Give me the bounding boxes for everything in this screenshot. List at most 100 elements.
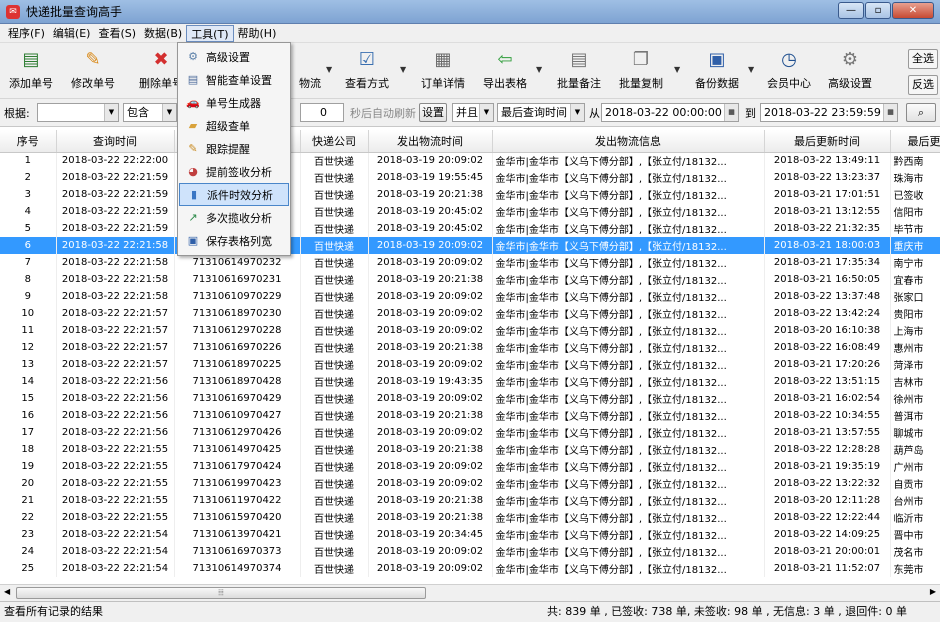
cell-tracking-number: 71310616970373 xyxy=(174,543,301,560)
advanced-settings-button[interactable]: ⚙ 高级设置 xyxy=(822,45,878,97)
table-row[interactable]: 7 2018-03-22 22:21:58 71310614970232 百世快递 20… xyxy=(0,254,940,271)
cell-courier: 百世快递 xyxy=(300,152,369,169)
batch-copy-button[interactable]: ❐ 批量复制 xyxy=(614,45,668,97)
table-row[interactable]: 9 2018-03-22 22:21:58 71310610970229 百世快递 20… xyxy=(0,288,940,305)
table-row[interactable]: 25 2018-03-22 22:21:54 71310614970374 百世快递 2… xyxy=(0,560,940,577)
cell-query-time: 2018-03-22 22:21:58 xyxy=(56,288,175,305)
menu-help[interactable]: 帮助(H) xyxy=(234,25,281,42)
cell-last-location: 茂名市 xyxy=(890,543,940,560)
column-header-query-time[interactable]: 查询时间 xyxy=(56,130,175,153)
table-row[interactable]: 14 2018-03-22 22:21:56 71310618970428 百世快递 2… xyxy=(0,373,940,390)
table-row[interactable]: 10 2018-03-22 22:21:57 71310618970230 百世快递 2… xyxy=(0,305,940,322)
batch-note-button[interactable]: ▤ 批量备注 xyxy=(552,45,606,97)
table-row[interactable]: 12 2018-03-22 22:21:57 71310616970226 百世快递 2… xyxy=(0,339,940,356)
cell-dispatch-info: 金华市|金华市【义乌下傅分部】,【张立付/18132... xyxy=(492,458,765,475)
tools-menu-item[interactable]: ▣ 保存表格列宽 xyxy=(179,229,289,252)
column-header-courier[interactable]: 快递公司 xyxy=(300,130,369,153)
copy-icon: ❐ xyxy=(632,49,650,70)
document-icon: ▦ xyxy=(434,49,452,70)
table-row[interactable]: 3 2018-03-22 22:21:59 百世快递 2018-03-19 20:21… xyxy=(0,186,940,203)
table-row[interactable]: 1 2018-03-22 22:22:00 百世快递 2018-03-19 20:09… xyxy=(0,152,940,169)
export-table-button[interactable]: ⇦ 导出表格 xyxy=(478,45,532,97)
table-row[interactable]: 8 2018-03-22 22:21:58 71310616970231 百世快递 20… xyxy=(0,271,940,288)
table-row[interactable]: 13 2018-03-22 22:21:57 71310618970225 百世快递 2… xyxy=(0,356,940,373)
menu-program[interactable]: 程序(F) xyxy=(4,25,49,42)
order-detail-button[interactable]: ▦ 订单详情 xyxy=(416,45,470,97)
column-header-last-location[interactable]: 最后更 xyxy=(890,130,940,153)
member-center-button[interactable]: ◷ 会员中心 xyxy=(762,45,816,97)
column-header-index[interactable]: 序号 xyxy=(0,130,57,153)
chevron-down-icon[interactable]: ▼ xyxy=(674,65,680,74)
table-row[interactable]: 19 2018-03-22 22:21:55 71310617970424 百世快递 2… xyxy=(0,458,940,475)
cell-dispatch-time: 2018-03-19 20:09:02 xyxy=(368,152,493,169)
cell-dispatch-time: 2018-03-19 20:21:38 xyxy=(368,492,493,509)
and-select[interactable]: 并且 ▼ xyxy=(452,103,494,122)
gear-icon: ⚙ xyxy=(188,49,198,63)
view-mode-button[interactable]: ☑ 查看方式 xyxy=(340,45,394,97)
minimize-button[interactable]: — xyxy=(838,2,864,19)
cell-last-location: 普洱市 xyxy=(890,407,940,424)
cell-courier: 百世快递 xyxy=(300,305,369,322)
tools-menu-item[interactable]: ✎ 跟踪提醒 xyxy=(179,137,289,160)
tools-menu-item[interactable]: ▤ 智能查单设置 xyxy=(179,68,289,91)
cell-tracking-number: 71310610970427 xyxy=(174,407,301,424)
table-row[interactable]: 6 2018-03-22 22:21:58 百世快递 2018-03-19 20:09… xyxy=(0,237,940,254)
toolbar: ▤ 添加单号 ✎ 修改单号 ✖ 删除单号 物流 ▼ ☑ 查看方式 ▼ ▦ 订单详情 ⇦ 导出… xyxy=(0,43,940,99)
settings-button[interactable]: 设置 xyxy=(419,103,447,122)
table-row[interactable]: 17 2018-03-22 22:21:56 71310612970426 百世快递 2… xyxy=(0,424,940,441)
table-row[interactable]: 23 2018-03-22 22:21:54 71310613970421 百世快递 2… xyxy=(0,526,940,543)
table-row[interactable]: 18 2018-03-22 22:21:55 71310614970425 百世快递 2… xyxy=(0,441,940,458)
maximize-button[interactable]: ▫ xyxy=(865,2,891,19)
table-row[interactable]: 24 2018-03-22 22:21:54 71310616970373 百世快递 2… xyxy=(0,543,940,560)
chevron-down-icon[interactable]: ▼ xyxy=(326,65,332,74)
table-row[interactable]: 20 2018-03-22 22:21:55 71310619970423 百世快递 2… xyxy=(0,475,940,492)
table-row[interactable]: 22 2018-03-22 22:21:55 71310615970420 百世快递 2… xyxy=(0,509,940,526)
menu-view[interactable]: 查看(S) xyxy=(94,25,140,42)
table-row[interactable]: 11 2018-03-22 22:21:57 71310612970228 百世快递 2… xyxy=(0,322,940,339)
tools-menu-item[interactable]: ◕ 提前签收分析 xyxy=(179,160,289,183)
refresh-seconds-input[interactable]: 0 xyxy=(300,103,344,122)
column-header-dispatch-info[interactable]: 发出物流信息 xyxy=(492,130,765,153)
menu-edit[interactable]: 编辑(E) xyxy=(49,25,95,42)
menu-tools[interactable]: 工具(T) xyxy=(186,24,234,42)
table-row[interactable]: 16 2018-03-22 22:21:56 71310610970427 百世快递 2… xyxy=(0,407,940,424)
time-field-select[interactable]: 最后查询时间 ▼ xyxy=(497,103,585,122)
column-header-dispatch-time[interactable]: 发出物流时间 xyxy=(368,130,493,153)
table-row[interactable]: 5 2018-03-22 22:21:59 百世快递 2018-03-19 20:45… xyxy=(0,220,940,237)
cell-dispatch-time: 2018-03-19 20:09:02 xyxy=(368,288,493,305)
table-row[interactable]: 21 2018-03-22 22:21:55 71310611970422 百世快递 2… xyxy=(0,492,940,509)
edit-order-button[interactable]: ✎ 修改单号 xyxy=(66,45,120,97)
table-row[interactable]: 2 2018-03-22 22:21:59 百世快递 2018-03-19 19:55… xyxy=(0,169,940,186)
to-date-picker[interactable]: 2018-03-22 23:59:59 ▦ xyxy=(760,103,898,122)
invert-selection-button[interactable]: 反选 xyxy=(908,75,938,95)
cell-courier: 百世快递 xyxy=(300,186,369,203)
contains-select[interactable]: 包含 ▼ xyxy=(123,103,177,122)
menu-data[interactable]: 数据(B) xyxy=(140,25,186,42)
logistics-button[interactable]: 物流 xyxy=(292,45,328,97)
table-row[interactable]: 4 2018-03-22 22:21:59 百世快递 2018-03-19 20:45… xyxy=(0,203,940,220)
horizontal-scrollbar[interactable]: ◀ ⦙⦙⦙ ▶ xyxy=(0,584,940,601)
scroll-left-icon[interactable]: ◀ xyxy=(4,587,10,596)
chevron-down-icon[interactable]: ▼ xyxy=(400,65,406,74)
tools-menu-item[interactable]: ▮ 派件时效分析 xyxy=(179,183,289,206)
tools-menu-item[interactable]: 🚗 单号生成器 xyxy=(179,91,289,114)
table-row[interactable]: 15 2018-03-22 22:21:56 71310616970429 百世快递 2… xyxy=(0,390,940,407)
select-all-button[interactable]: 全选 xyxy=(908,49,938,69)
tools-menu-item[interactable]: ⚙ 高级设置 xyxy=(179,45,289,68)
add-order-button[interactable]: ▤ 添加单号 xyxy=(4,45,58,97)
cell-query-time: 2018-03-22 22:21:54 xyxy=(56,560,175,577)
backup-data-button[interactable]: ▣ 备份数据 xyxy=(690,45,744,97)
tools-menu-item[interactable]: ▰ 超级查单 xyxy=(179,114,289,137)
tools-menu-item[interactable]: ↗ 多次揽收分析 xyxy=(179,206,289,229)
close-button[interactable]: ✕ xyxy=(892,2,934,19)
tools-menu-label: 派件时效分析 xyxy=(207,188,273,202)
cell-tracking-number: 71310618970230 xyxy=(174,305,301,322)
scroll-right-icon[interactable]: ▶ xyxy=(930,587,936,596)
from-date-picker[interactable]: 2018-03-22 00:00:00 ▦ xyxy=(601,103,739,122)
chevron-down-icon[interactable]: ▼ xyxy=(748,65,754,74)
column-header-last-update[interactable]: 最后更新时间 xyxy=(764,130,891,153)
chevron-down-icon[interactable]: ▼ xyxy=(536,65,542,74)
search-button[interactable]: ⌕ xyxy=(906,103,936,122)
based-on-select[interactable]: ▼ xyxy=(37,103,119,122)
scrollbar-thumb[interactable]: ⦙⦙⦙ xyxy=(16,587,426,599)
